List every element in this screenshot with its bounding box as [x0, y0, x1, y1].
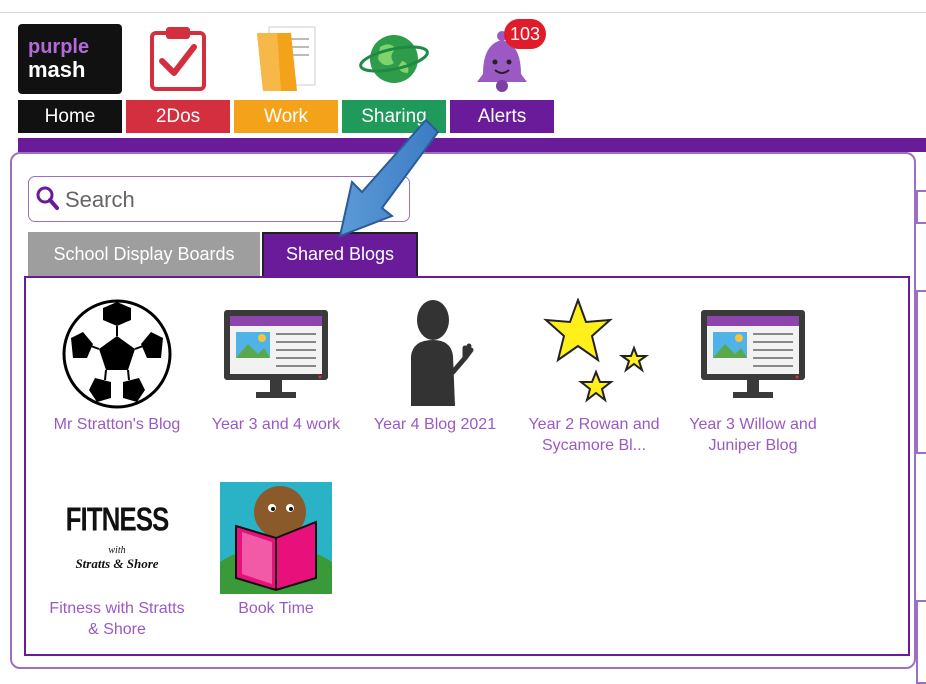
clipboard-check-icon[interactable]: [126, 22, 230, 96]
nav-underline-bar: [18, 138, 926, 152]
blog-title: Year 2 Rowan and Sycamore Bl...: [528, 416, 660, 454]
blog-item-mr-stratton[interactable]: Mr Stratton's Blog: [42, 298, 192, 435]
purple-mash-logo: purple mash: [18, 24, 122, 94]
blog-item-year-2-rowan[interactable]: Year 2 Rowan and Sycamore Bl...: [519, 297, 669, 456]
blog-title: Year 3 Willow and Juniper Blog: [689, 416, 817, 454]
globe-icon[interactable]: [342, 22, 446, 96]
blog-title: Fitness with Stratts & Shore: [49, 600, 185, 638]
nav-home[interactable]: Home: [18, 100, 122, 133]
pointer-arrow-annotation: [338, 118, 440, 238]
person-silhouette-icon: [379, 298, 491, 410]
blog-item-book-time[interactable]: Book Time: [201, 482, 351, 619]
monitor-icon: [220, 298, 332, 410]
background-panel: [916, 190, 926, 224]
monitor-icon: [697, 298, 809, 410]
reading-book-icon: [220, 482, 332, 594]
home-logo[interactable]: purple mash: [18, 22, 122, 96]
blog-title: Year 4 Blog 2021: [373, 416, 497, 433]
blog-item-fitness[interactable]: FITNESS with Stratts & Shore Fitness wit…: [42, 482, 192, 640]
fitness-logo-title: FITNESS: [65, 499, 170, 539]
nav-work[interactable]: Work: [234, 100, 338, 133]
blog-title: Year 3 and 4 work: [211, 416, 341, 433]
background-panel: [916, 600, 926, 684]
alerts-count-badge: 103: [504, 19, 546, 49]
fitness-logo-names: Stratts & Shore: [75, 556, 159, 571]
nav-alerts[interactable]: Alerts: [450, 100, 554, 133]
fitness-logo: FITNESS with Stratts & Shore: [61, 482, 173, 594]
logo-line-2: mash: [28, 57, 86, 82]
top-divider: [0, 12, 926, 13]
blog-title: Mr Stratton's Blog: [53, 416, 181, 433]
blog-item-year-3-and-4[interactable]: Year 3 and 4 work: [201, 298, 351, 435]
fitness-logo-with: with: [108, 545, 126, 556]
blog-title: Book Time: [238, 600, 314, 617]
tab-school-display-boards[interactable]: School Display Boards: [28, 232, 260, 276]
folder-icon[interactable]: [234, 22, 338, 96]
background-panel: [916, 290, 926, 454]
nav-2dos[interactable]: 2Dos: [126, 100, 230, 133]
search-icon: [36, 186, 59, 210]
blog-item-year-3-willow[interactable]: Year 3 Willow and Juniper Blog: [678, 298, 828, 456]
blog-item-year-4-2021[interactable]: Year 4 Blog 2021: [360, 298, 510, 435]
logo-line-1: purple: [28, 36, 90, 58]
football-icon: [61, 298, 173, 410]
stars-icon: [538, 297, 650, 410]
